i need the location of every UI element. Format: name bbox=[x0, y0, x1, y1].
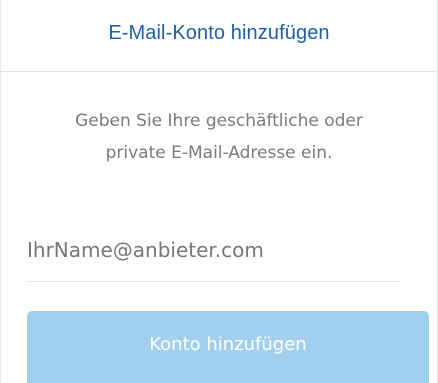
instructions-line-2: private E-Mail-Adresse ein. bbox=[105, 143, 333, 163]
add-account-button[interactable]: Konto hinzufügen bbox=[27, 311, 429, 383]
page-title: E-Mail-Konto hinzufügen bbox=[108, 22, 330, 44]
add-account-panel: E-Mail-Konto hinzufügen Geben Sie Ihre g… bbox=[0, 0, 438, 383]
instructions-text: Geben Sie Ihre geschäftliche oder privat… bbox=[1, 105, 437, 169]
email-field-container bbox=[27, 224, 400, 282]
email-input[interactable] bbox=[27, 224, 400, 276]
instructions-line-1: Geben Sie Ihre geschäftliche oder bbox=[75, 111, 363, 131]
header: E-Mail-Konto hinzufügen bbox=[1, 0, 437, 72]
